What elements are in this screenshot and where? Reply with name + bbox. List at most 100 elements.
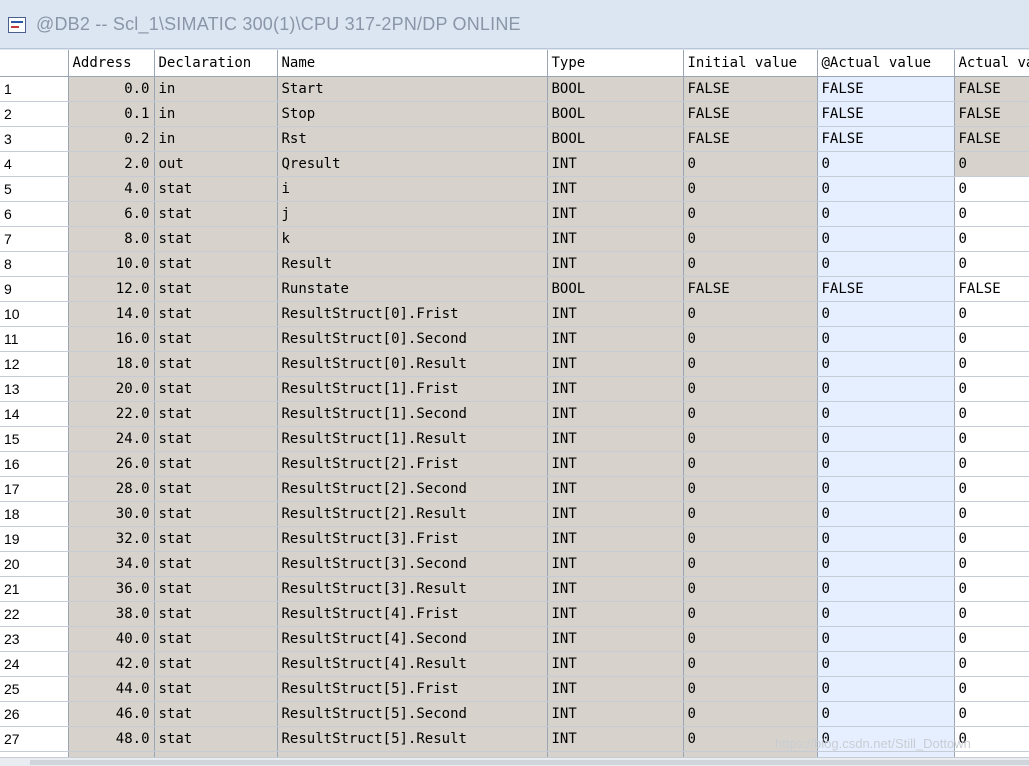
table-row[interactable]: 15 24.0 stat ResultStruct[1].Result INT 0 0 0	[0, 426, 1029, 452]
at-actual-value-cell[interactable]: FALSE	[817, 76, 955, 102]
at-actual-value-cell[interactable]: FALSE	[817, 126, 955, 152]
name-cell: ResultStruct[2].Second	[277, 476, 548, 502]
at-actual-value-cell[interactable]: 0	[817, 701, 955, 727]
actual-value-cell[interactable]: 0	[954, 701, 1029, 727]
actual-value-cell[interactable]: 0	[954, 476, 1029, 502]
table-row[interactable]: 6 6.0 stat j INT 0 0 0	[0, 201, 1029, 227]
col-header-initial-value[interactable]: Initial value	[683, 50, 818, 77]
declaration-cell: stat	[154, 251, 278, 277]
type-cell: INT	[547, 426, 684, 452]
actual-value-cell[interactable]: 0	[954, 676, 1029, 702]
at-actual-value-cell[interactable]: 0	[817, 476, 955, 502]
name-cell: ResultStruct[1].Second	[277, 401, 548, 427]
table-row[interactable]: 16 26.0 stat ResultStruct[2].Frist INT 0 0 0	[0, 451, 1029, 477]
at-actual-value-cell[interactable]: 0	[817, 326, 955, 352]
actual-value-cell[interactable]: 0	[954, 576, 1029, 602]
col-header-rownum[interactable]	[0, 50, 69, 77]
at-actual-value-cell[interactable]: 0	[817, 301, 955, 327]
at-actual-value-cell[interactable]: 0	[817, 151, 955, 177]
at-actual-value-cell[interactable]: 0	[817, 626, 955, 652]
actual-value-cell[interactable]: 0	[954, 401, 1029, 427]
type-cell: BOOL	[547, 276, 684, 302]
col-header-type[interactable]: Type	[547, 50, 684, 77]
col-header-actual-value[interactable]: Actual value	[954, 50, 1029, 77]
actual-value-cell[interactable]: 0	[954, 501, 1029, 527]
actual-value-cell[interactable]: 0	[954, 176, 1029, 202]
actual-value-cell[interactable]: 0	[954, 201, 1029, 227]
table-row[interactable]: 17 28.0 stat ResultStruct[2].Second INT 0 0 0	[0, 476, 1029, 502]
table-row[interactable]: 8 10.0 stat Result INT 0 0 0	[0, 251, 1029, 277]
actual-value-cell[interactable]: 0	[954, 301, 1029, 327]
table-row[interactable]: 14 22.0 stat ResultStruct[1].Second INT 0 0 0	[0, 401, 1029, 427]
at-actual-value-cell[interactable]: 0	[817, 426, 955, 452]
actual-value-cell[interactable]: 0	[954, 226, 1029, 252]
actual-value-cell[interactable]: 0	[954, 151, 1029, 177]
table-row[interactable]: 20 34.0 stat ResultStruct[3].Second INT 0 0 0	[0, 551, 1029, 577]
table-row[interactable]: 12 18.0 stat ResultStruct[0].Result INT 0 0 0	[0, 351, 1029, 377]
at-actual-value-cell[interactable]: 0	[817, 526, 955, 552]
at-actual-value-cell[interactable]: 0	[817, 451, 955, 477]
at-actual-value-cell[interactable]: 0	[817, 401, 955, 427]
table-row[interactable]: 23 40.0 stat ResultStruct[4].Second INT 0 0 0	[0, 626, 1029, 652]
table-row[interactable]: 1 0.0 in Start BOOL FALSE FALSE FALSE	[0, 76, 1029, 102]
col-header-address[interactable]: Address	[68, 50, 155, 77]
at-actual-value-cell[interactable]: 0	[817, 226, 955, 252]
actual-value-cell[interactable]: FALSE	[954, 276, 1029, 302]
table-row[interactable]: 7 8.0 stat k INT 0 0 0	[0, 226, 1029, 252]
actual-value-cell[interactable]: 0	[954, 326, 1029, 352]
at-actual-value-cell[interactable]: 0	[817, 651, 955, 677]
at-actual-value-cell[interactable]: 0	[817, 251, 955, 277]
type-cell: INT	[547, 676, 684, 702]
declaration-cell: stat	[154, 576, 278, 602]
actual-value-cell[interactable]: FALSE	[954, 126, 1029, 152]
table-row[interactable]: 19 32.0 stat ResultStruct[3].Frist INT 0 0 0	[0, 526, 1029, 552]
at-actual-value-cell[interactable]: 0	[817, 176, 955, 202]
col-header-at-actual-value[interactable]: @Actual value	[817, 50, 955, 77]
table-row[interactable]: 13 20.0 stat ResultStruct[1].Frist INT 0 0 0	[0, 376, 1029, 402]
at-actual-value-cell[interactable]: 0	[817, 551, 955, 577]
at-actual-value-cell[interactable]: 0	[817, 376, 955, 402]
table-row[interactable]: 22 38.0 stat ResultStruct[4].Frist INT 0 0 0	[0, 601, 1029, 627]
data-block-grid[interactable]: Address Declaration Name Type Initial va…	[0, 50, 1029, 765]
initial-value-cell: 0	[683, 576, 818, 602]
actual-value-cell[interactable]: 0	[954, 651, 1029, 677]
actual-value-cell[interactable]: FALSE	[954, 101, 1029, 127]
row-number: 16	[0, 451, 69, 477]
table-row[interactable]: 25 44.0 stat ResultStruct[5].Frist INT 0 0 0	[0, 676, 1029, 702]
col-header-name[interactable]: Name	[277, 50, 548, 77]
at-actual-value-cell[interactable]: FALSE	[817, 101, 955, 127]
actual-value-cell[interactable]: 0	[954, 451, 1029, 477]
actual-value-cell[interactable]: FALSE	[954, 76, 1029, 102]
table-row[interactable]: 5 4.0 stat i INT 0 0 0	[0, 176, 1029, 202]
table-row[interactable]: 2 0.1 in Stop BOOL FALSE FALSE FALSE	[0, 101, 1029, 127]
at-actual-value-cell[interactable]: 0	[817, 601, 955, 627]
scrollbar-thumb[interactable]	[30, 760, 1029, 765]
actual-value-cell[interactable]: 0	[954, 551, 1029, 577]
actual-value-cell[interactable]: 0	[954, 626, 1029, 652]
actual-value-cell[interactable]: 0	[954, 376, 1029, 402]
actual-value-cell[interactable]: 0	[954, 351, 1029, 377]
actual-value-cell[interactable]: 0	[954, 426, 1029, 452]
at-actual-value-cell[interactable]: 0	[817, 201, 955, 227]
at-actual-value-cell[interactable]: FALSE	[817, 276, 955, 302]
declaration-cell: stat	[154, 276, 278, 302]
actual-value-cell[interactable]: 0	[954, 601, 1029, 627]
name-cell: Rst	[277, 126, 548, 152]
table-row[interactable]: 11 16.0 stat ResultStruct[0].Second INT 0 0 0	[0, 326, 1029, 352]
actual-value-cell[interactable]: 0	[954, 251, 1029, 277]
col-header-declaration[interactable]: Declaration	[154, 50, 278, 77]
table-row[interactable]: 10 14.0 stat ResultStruct[0].Frist INT 0 0 0	[0, 301, 1029, 327]
at-actual-value-cell[interactable]: 0	[817, 501, 955, 527]
table-row[interactable]: 21 36.0 stat ResultStruct[3].Result INT 0 0 0	[0, 576, 1029, 602]
at-actual-value-cell[interactable]: 0	[817, 351, 955, 377]
at-actual-value-cell[interactable]: 0	[817, 676, 955, 702]
table-row[interactable]: 24 42.0 stat ResultStruct[4].Result INT 0 0 0	[0, 651, 1029, 677]
table-row[interactable]: 4 2.0 out Qresult INT 0 0 0	[0, 151, 1029, 177]
table-row[interactable]: 3 0.2 in Rst BOOL FALSE FALSE FALSE	[0, 126, 1029, 152]
table-row[interactable]: 26 46.0 stat ResultStruct[5].Second INT 0 0 0	[0, 701, 1029, 727]
table-row[interactable]: 18 30.0 stat ResultStruct[2].Result INT 0 0 0	[0, 501, 1029, 527]
at-actual-value-cell[interactable]: 0	[817, 576, 955, 602]
actual-value-cell[interactable]: 0	[954, 526, 1029, 552]
table-row[interactable]: 9 12.0 stat Runstate BOOL FALSE FALSE FALSE	[0, 276, 1029, 302]
name-cell: ResultStruct[0].Result	[277, 351, 548, 377]
